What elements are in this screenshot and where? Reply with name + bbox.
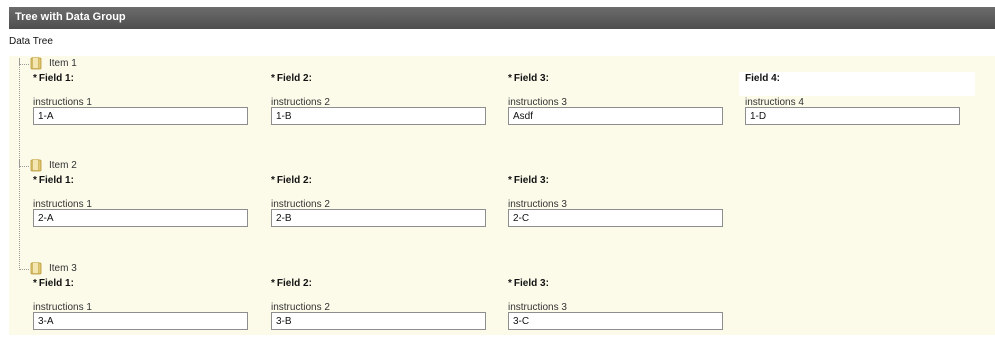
required-marker: *: [508, 175, 512, 186]
field-3-input[interactable]: [508, 209, 723, 227]
field-group-3: * Field 3: instructions 3: [508, 73, 728, 133]
required-marker: *: [271, 278, 275, 289]
required-marker: *: [508, 278, 512, 289]
required-marker: *: [271, 73, 275, 84]
field-label: * Field 2:: [271, 175, 312, 186]
field-1-input[interactable]: [33, 209, 248, 227]
panel-title: Tree with Data Group: [15, 11, 126, 23]
field-group-2: * Field 2: instructions 2: [271, 73, 491, 133]
field-group-3: * Field 3: instructions 3: [508, 175, 728, 235]
field-group-2: * Field 2: instructions 2: [271, 278, 491, 338]
field-label: * Field 1:: [33, 278, 74, 289]
tree-node-item-1: Item 1 *Field 1: instructions 1 *Field 2…: [9, 56, 995, 156]
tree-node-label[interactable]: Item 3: [49, 263, 77, 274]
tree-connector: [19, 58, 29, 65]
required-marker: *: [33, 278, 37, 289]
field-label: * Field 2:: [271, 278, 312, 289]
field-label: * Field 2:: [271, 73, 312, 84]
field-group-1: * Field 1: instructions 1: [33, 175, 253, 235]
field-label: * Field 3:: [508, 175, 549, 186]
field-2-input[interactable]: [271, 107, 486, 125]
required-marker: *: [508, 73, 512, 84]
tree-node-label[interactable]: Item 1: [49, 58, 77, 69]
field-group-4: Field 4: instructions 4: [745, 73, 965, 133]
required-marker: *: [33, 73, 37, 84]
field-label: * Field 3:: [508, 73, 549, 84]
field-group-3: * Field 3: instructions 3: [508, 278, 728, 338]
panel-title-bar: Tree with Data Group: [9, 7, 995, 29]
field-2-input[interactable]: [271, 209, 486, 227]
folder-icon[interactable]: [30, 57, 43, 70]
field-1-input[interactable]: [33, 107, 248, 125]
field-label: * Field 1:: [33, 175, 74, 186]
field-2-input[interactable]: [271, 312, 486, 330]
field-group-1: * Field 1: instructions 1: [33, 278, 253, 338]
tree-node-item-3: Item 3 *Field 1: instructions 1 *Field 2…: [9, 261, 995, 361]
required-marker: *: [271, 175, 275, 186]
field-3-input[interactable]: [508, 107, 723, 125]
field-label: * Field 3:: [508, 278, 549, 289]
field-group-1: * Field 1: instructions 1: [33, 73, 253, 133]
required-marker: *: [33, 175, 37, 186]
tree-node-label[interactable]: Item 2: [49, 160, 77, 171]
field-label: * Field 1:: [33, 73, 74, 84]
field-3-input[interactable]: [508, 312, 723, 330]
folder-icon[interactable]: [30, 262, 43, 275]
folder-icon[interactable]: [30, 159, 43, 172]
data-tree: Item 1 *Field 1: instructions 1 *Field 2…: [9, 56, 995, 335]
tree-connector: [19, 263, 29, 270]
field-label: Field 4:: [745, 73, 781, 84]
field-1-input[interactable]: [33, 312, 248, 330]
tree-connector: [19, 160, 29, 167]
field-4-input[interactable]: [745, 107, 960, 125]
tree-title: Data Tree: [9, 36, 53, 47]
field-group-2: * Field 2: instructions 2: [271, 175, 491, 235]
tree-node-item-2: Item 2 *Field 1: instructions 1 *Field 2…: [9, 158, 995, 258]
